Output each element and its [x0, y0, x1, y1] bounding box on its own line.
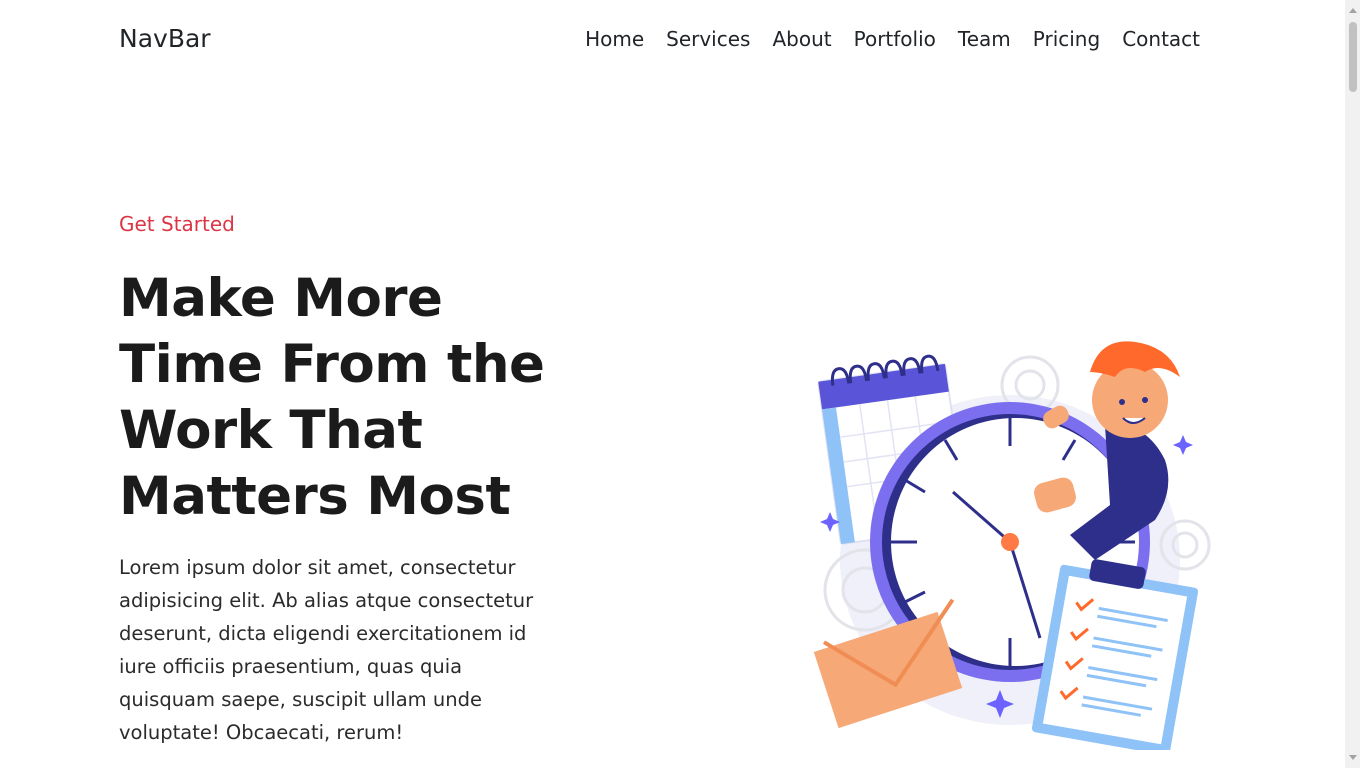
scrollbar-thumb[interactable] — [1349, 22, 1357, 92]
time-management-illustration — [813, 341, 1211, 756]
page: NavBar Home Services About Portfolio Tea… — [0, 0, 1360, 768]
hero-description: Lorem ipsum dolor sit amet, consectetur … — [119, 556, 534, 744]
navbar: NavBar Home Services About Portfolio Tea… — [0, 0, 1345, 80]
scroll-down-icon[interactable] — [1349, 755, 1357, 760]
hero-eyebrow: Get Started — [119, 212, 235, 236]
nav-link-home[interactable]: Home — [574, 26, 655, 52]
scroll-up-icon[interactable] — [1349, 8, 1357, 13]
nav-link-about[interactable]: About — [761, 26, 842, 52]
vertical-scrollbar[interactable] — [1345, 0, 1360, 768]
nav-link-services[interactable]: Services — [655, 26, 761, 52]
nav-link-contact[interactable]: Contact — [1111, 26, 1200, 52]
nav-link-team[interactable]: Team — [947, 26, 1022, 52]
nav-link-pricing[interactable]: Pricing — [1022, 26, 1111, 52]
navbar-brand[interactable]: NavBar — [119, 24, 211, 53]
nav-link-portfolio[interactable]: Portfolio — [843, 26, 947, 52]
hero-title: Make More Time From the Work That Matter… — [119, 268, 545, 527]
nav-links: Home Services About Portfolio Team Prici… — [574, 26, 1200, 52]
hero-illustration — [805, 330, 1225, 756]
